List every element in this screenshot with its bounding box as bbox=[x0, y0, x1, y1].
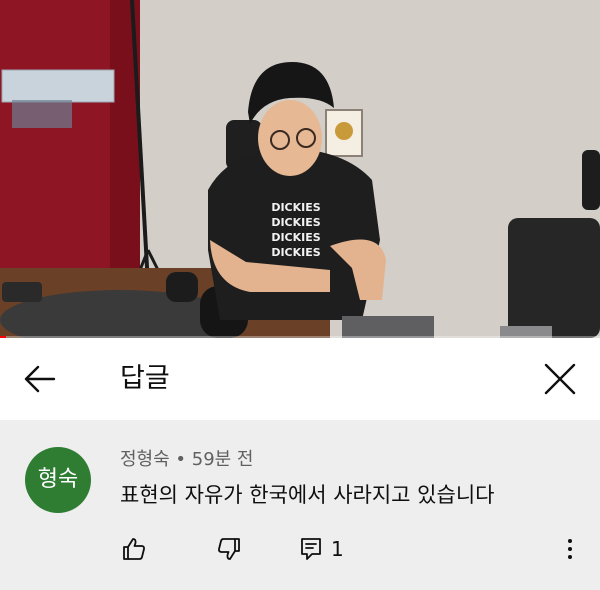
comment-text: 표현의 자유가 한국에서 사라지고 있습니다 bbox=[120, 483, 495, 507]
reply-button[interactable]: 1 bbox=[300, 536, 360, 562]
reply-icon bbox=[301, 538, 321, 560]
video-frame bbox=[0, 0, 600, 338]
more-vertical-icon bbox=[568, 539, 572, 559]
shirt-text-line: DICKIES bbox=[271, 216, 321, 229]
close-icon bbox=[544, 363, 576, 395]
shirt-text-line: DICKIES bbox=[271, 246, 321, 259]
comment-meta: 정형숙 • 59분 전 bbox=[120, 448, 254, 472]
thumb-up-icon bbox=[123, 538, 145, 560]
comment-time: 59분 전 bbox=[191, 449, 254, 470]
more-options-button[interactable] bbox=[562, 536, 578, 562]
shirt-text-line: DICKIES bbox=[271, 201, 321, 214]
meta-separator: • bbox=[169, 449, 192, 470]
page-title: 답글 bbox=[120, 363, 170, 394]
comment-author[interactable]: 정형숙 bbox=[120, 449, 170, 470]
back-button[interactable] bbox=[22, 361, 58, 397]
close-button[interactable] bbox=[542, 361, 578, 397]
reply-count: 1 bbox=[331, 537, 344, 561]
thumb-down-icon bbox=[218, 538, 240, 560]
shirt-text-line: DICKIES bbox=[271, 231, 321, 244]
shirt-print: DICKIES DICKIES DICKIES DICKIES bbox=[260, 200, 332, 260]
video-player[interactable]: DICKIES DICKIES DICKIES DICKIES bbox=[0, 0, 600, 338]
dislike-button[interactable] bbox=[216, 536, 242, 562]
avatar[interactable]: 형숙 bbox=[25, 447, 91, 513]
arrow-left-icon bbox=[24, 365, 56, 393]
like-button[interactable] bbox=[121, 536, 147, 562]
comment-item: 형숙 정형숙 • 59분 전 표현의 자유가 한국에서 사라지고 있습니다 1 bbox=[0, 420, 600, 590]
replies-header: 답글 bbox=[0, 338, 600, 420]
